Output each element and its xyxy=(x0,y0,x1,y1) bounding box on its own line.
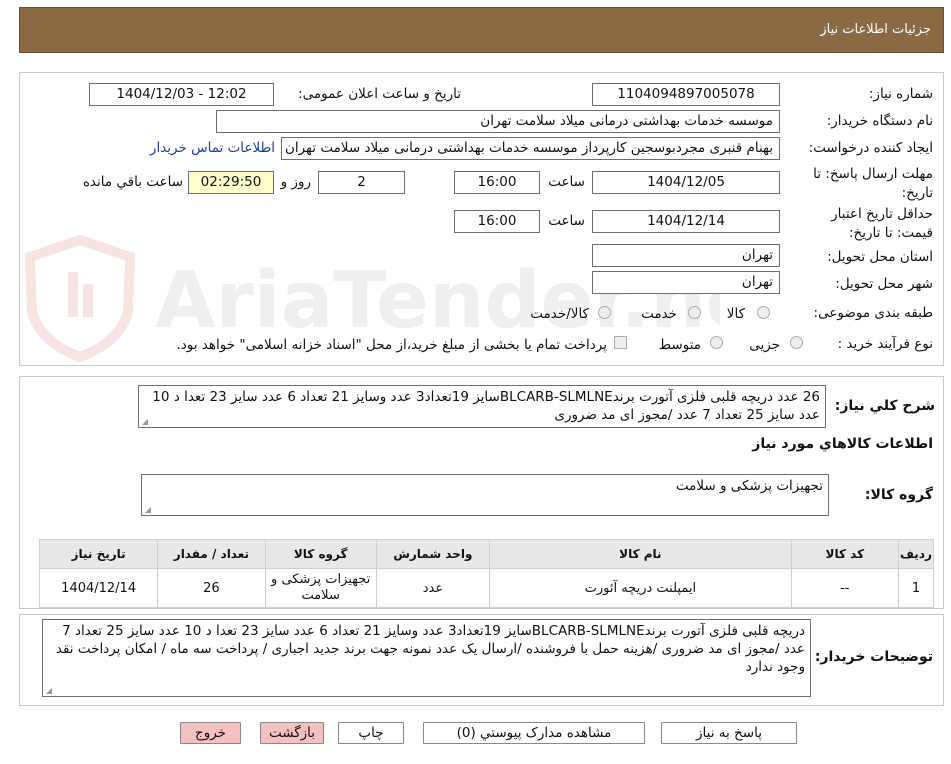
back-button[interactable]: بازگشت xyxy=(260,722,324,744)
days-field: 2 xyxy=(318,171,405,194)
reply-button[interactable]: پاسخ به نیاز xyxy=(661,722,797,744)
city-field: تهران xyxy=(592,271,780,294)
goods-section-title: اطلاعات کالاهاي مورد نياز xyxy=(752,436,933,452)
col-header-goods-name: نام کالا xyxy=(489,539,792,569)
summary-label: شرح کلي نياز: xyxy=(834,398,935,414)
process-medium-label: متوسط xyxy=(658,337,701,353)
deadline-label: مهلت ارسال پاسخ: تا تاریخ: xyxy=(813,166,933,201)
process-medium-radio[interactable] xyxy=(710,336,723,349)
deadline-date-field: 1404/12/05 xyxy=(592,171,780,194)
creator-label: ایجاد کننده درخواست: xyxy=(808,140,933,156)
validity-label: حداقل تاریخ اعتبار قیمت: تا تاریخ: xyxy=(831,206,933,241)
cell-goods-name: ایمپلنت دریچه آئورت xyxy=(489,568,792,608)
category-goods-radio[interactable] xyxy=(757,306,770,319)
buyer-contact-link[interactable]: اطلاعات تماس خریدار xyxy=(150,140,275,156)
buyer-notes-text: دریچه قلبی فلزی آتورت برندBLCARB-SLMLNEس… xyxy=(55,623,805,675)
creator-field: بهنام قنبری مجردبوسجین کارپرداز موسسه خد… xyxy=(281,137,780,160)
summary-text-box[interactable]: 26 عدد دریچه قلبی فلزی آتورت برندBLCARB-… xyxy=(138,385,826,428)
need-number-label: شماره نیاز: xyxy=(868,86,933,102)
cell-goods-group: تجهیزات پزشکی و سلامت xyxy=(264,568,377,608)
treasury-note: پرداخت تمام یا بخشی از مبلغ خرید،از محل … xyxy=(176,337,607,353)
announce-label: تاریخ و ساعت اعلان عمومی: xyxy=(298,86,461,102)
col-header-goods-group: گروه کالا xyxy=(264,539,377,569)
col-header-goods-code: کد کالا xyxy=(790,539,899,569)
goods-group-box: تجهیزات پزشکی و سلامت ◢ xyxy=(141,474,829,516)
buyer-notes-box[interactable]: دریچه قلبی فلزی آتورت برندBLCARB-SLMLNEس… xyxy=(42,619,811,697)
goods-group-label: گروه کالا: xyxy=(864,487,933,503)
remaining-label: ساعت باقي مانده xyxy=(82,174,183,190)
buyer-org-label: نام دستگاه خریدار: xyxy=(826,113,933,129)
province-field: تهران xyxy=(592,244,780,267)
deadline-time-field: 16:00 xyxy=(454,171,540,194)
category-label: طبقه بندی موضوعی: xyxy=(813,305,933,321)
table-row: 1 -- ایمپلنت دریچه آئورت عدد تجهیزات پزش… xyxy=(38,568,935,608)
goods-group-text: تجهیزات پزشکی و سلامت xyxy=(675,478,823,494)
process-minor-radio[interactable] xyxy=(790,336,803,349)
attachments-button[interactable]: مشاهده مدارک پیوستي (0) xyxy=(423,722,645,744)
remaining-time-field: 02:29:50 xyxy=(188,171,274,194)
cell-goods-code: -- xyxy=(790,568,899,608)
resize-grip-icon[interactable]: ◢ xyxy=(45,687,52,695)
validity-time-field: 16:00 xyxy=(454,210,540,233)
buyer-org-field: موسسه خدمات بهداشتی درمانی میلاد سلامت ت… xyxy=(216,110,780,133)
page-title: جزئیات اطلاعات نیاز xyxy=(820,22,931,37)
validity-date-field: 1404/12/14 xyxy=(592,210,780,233)
category-goods-service-radio[interactable] xyxy=(598,306,611,319)
deadline-time-label: ساعت xyxy=(548,174,585,190)
items-table: رديف کد کالا نام کالا واحد شمارش گروه کا… xyxy=(38,539,935,608)
days-label: روز و xyxy=(280,174,311,190)
cell-row-number: 1 xyxy=(897,568,935,608)
print-button[interactable]: چاپ xyxy=(338,722,404,744)
category-goods-service-label: کالا/خدمت xyxy=(530,306,589,322)
process-label: نوع فرآیند خرید : xyxy=(837,336,933,352)
col-header-row-number: رديف xyxy=(897,539,935,569)
treasury-checkbox[interactable] xyxy=(614,336,627,349)
category-goods-label: کالا xyxy=(726,306,745,322)
exit-button[interactable]: خروج xyxy=(180,722,241,744)
col-header-unit: واحد شمارش xyxy=(375,539,491,569)
resize-grip-icon[interactable]: ◢ xyxy=(141,418,148,426)
cell-unit: عدد xyxy=(375,568,491,608)
category-service-label: خدمت xyxy=(641,306,677,322)
process-minor-label: جزیی xyxy=(749,337,780,353)
cell-quantity: 26 xyxy=(157,568,266,608)
province-label: استان محل تحویل: xyxy=(827,249,933,265)
category-service-radio[interactable] xyxy=(688,306,701,319)
validity-time-label: ساعت xyxy=(548,213,585,229)
page-header: جزئیات اطلاعات نیاز xyxy=(19,7,944,53)
summary-text: 26 عدد دریچه قلبی فلزی آتورت برندBLCARB-… xyxy=(152,389,820,423)
resize-grip-icon: ◢ xyxy=(144,505,151,514)
buyer-notes-label: توضیحات خریدار: xyxy=(814,649,933,665)
table-header-row: رديف کد کالا نام کالا واحد شمارش گروه کا… xyxy=(38,539,935,569)
city-label: شهر محل تحویل: xyxy=(835,276,933,292)
cell-need-date: 1404/12/14 xyxy=(38,568,159,608)
announce-field: 1404/12/03 - 12:02 xyxy=(89,83,274,106)
col-header-need-date: تاریخ نیاز xyxy=(38,539,159,569)
need-number-field: 1104094897005078 xyxy=(592,83,780,106)
col-header-quantity: تعداد / مقدار xyxy=(157,539,266,569)
